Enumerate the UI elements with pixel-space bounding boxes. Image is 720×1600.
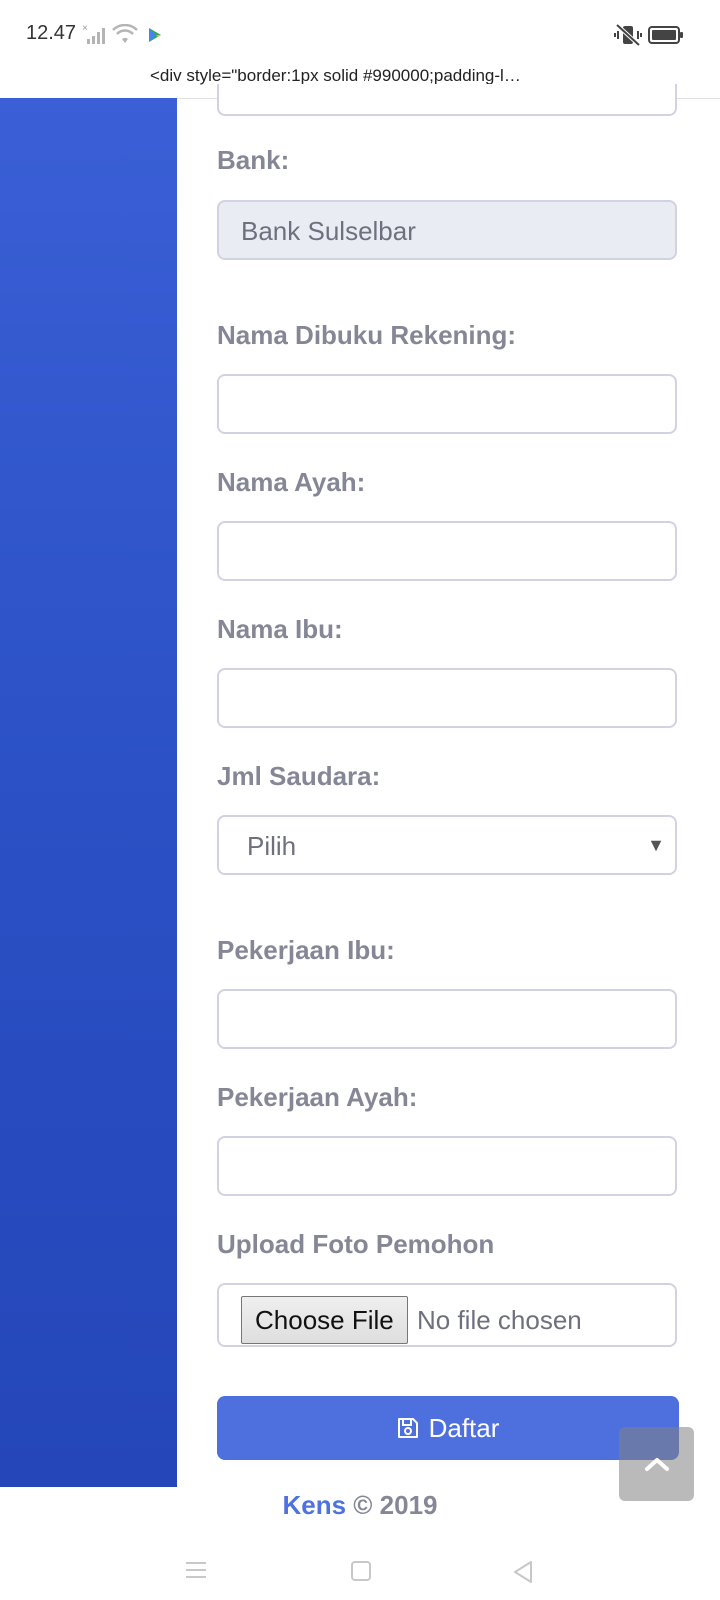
status-time: 12.47 [26, 22, 77, 44]
menu-icon[interactable] [184, 1560, 208, 1580]
nama-ibu-label: Nama Ibu: [217, 614, 343, 644]
nama-rekening-label: Nama Dibuku Rekening: [217, 320, 517, 350]
footer-brand-link[interactable]: Kens [282, 1490, 346, 1520]
sidebar [0, 98, 177, 1487]
jml-saudara-label: Jml Saudara: [217, 761, 381, 791]
chevron-up-icon [644, 1458, 669, 1471]
save-icon [397, 1418, 418, 1438]
nama-rekening-input[interactable] [217, 374, 677, 434]
pekerjaan-ibu-label: Pekerjaan Ibu: [217, 935, 395, 965]
system-nav-bar [0, 1540, 720, 1600]
daftar-button[interactable]: Daftar [217, 1396, 679, 1460]
choose-file-button[interactable]: Choose File [241, 1296, 408, 1344]
upload-foto-label: Upload Foto Pemohon [217, 1229, 495, 1259]
bank-value: Bank Sulselbar [241, 216, 416, 246]
bank-label: Bank: [217, 145, 290, 175]
previous-input-field[interactable] [217, 84, 677, 116]
pekerjaan-ayah-input[interactable] [217, 1136, 677, 1196]
nama-ayah-input[interactable] [217, 521, 677, 581]
back-icon[interactable] [512, 1560, 534, 1584]
footer: Kens © 2019 [0, 1490, 720, 1521]
footer-copyright: © 2019 [353, 1490, 438, 1520]
pekerjaan-ibu-input[interactable] [217, 989, 677, 1049]
play-store-icon [149, 28, 161, 42]
pekerjaan-ayah-label: Pekerjaan Ayah: [217, 1082, 418, 1112]
home-icon[interactable] [350, 1560, 372, 1582]
jml-saudara-value: Pilih [247, 831, 297, 861]
wifi-icon [112, 24, 138, 43]
vibrate-mute-icon [614, 23, 642, 47]
chevron-down-icon: ▼ [647, 835, 665, 855]
battery-icon [648, 26, 683, 44]
signal-icon [87, 28, 105, 44]
nama-ibu-input[interactable] [217, 668, 677, 728]
daftar-button-label: Daftar [428, 1412, 500, 1443]
bank-field: Bank Sulselbar [217, 200, 677, 260]
page-title: <div style="border:1px solid #990000;pad… [150, 66, 521, 85]
upload-foto-field: Choose File No file chosen [217, 1283, 677, 1347]
status-bar: 12.47 × [0, 0, 720, 56]
jml-saudara-select[interactable]: Pilih ▼ [217, 815, 677, 875]
nama-ayah-label: Nama Ayah: [217, 467, 366, 497]
file-status-text: No file chosen [417, 1305, 582, 1335]
